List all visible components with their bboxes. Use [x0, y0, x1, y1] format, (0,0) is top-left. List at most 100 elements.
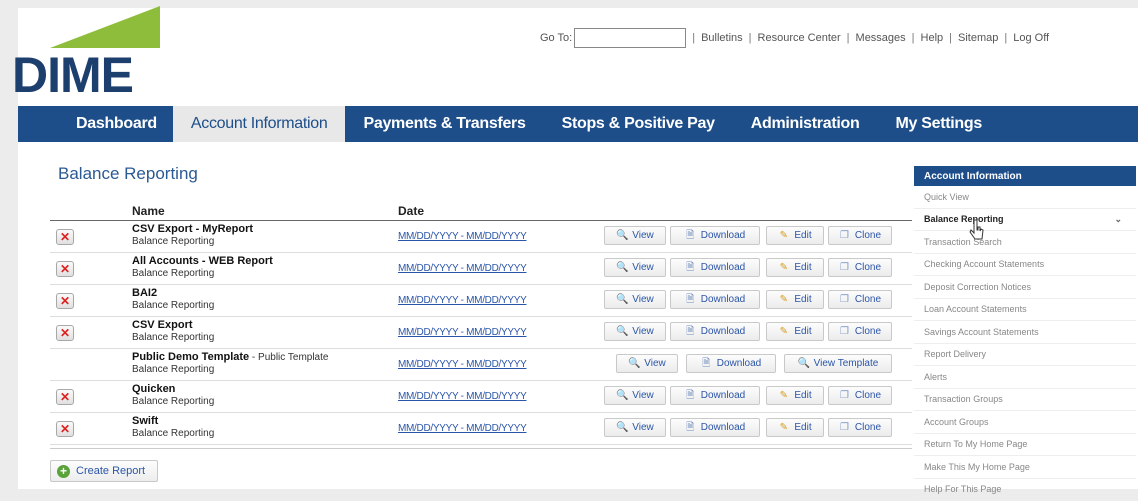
sidebar-item-deposit-correction[interactable]: Deposit Correction Notices: [914, 276, 1136, 299]
clone-button[interactable]: ❐Clone: [828, 258, 892, 277]
view-button[interactable]: 🔍View: [604, 322, 666, 341]
table-row: ✕ All Accounts - WEB Report Balance Repo…: [50, 253, 912, 285]
view-button[interactable]: 🔍View: [604, 258, 666, 277]
sidebar-item-transaction-groups[interactable]: Transaction Groups: [914, 389, 1136, 412]
delete-icon[interactable]: ✕: [56, 293, 74, 309]
sidebar-item-checking-statements[interactable]: Checking Account Statements: [914, 254, 1136, 277]
sidebar-item-savings-statements[interactable]: Savings Account Statements: [914, 321, 1136, 344]
logo-text: DIME: [12, 50, 133, 100]
tab-dashboard[interactable]: Dashboard: [18, 106, 173, 142]
download-icon: 🗎: [685, 262, 696, 273]
edit-button[interactable]: ✎Edit: [766, 418, 824, 437]
download-button[interactable]: 🗎Download: [670, 322, 760, 341]
sidebar: Account Information Quick View Balance R…: [914, 166, 1136, 501]
create-report-button[interactable]: + Create Report: [50, 460, 158, 482]
sidebar-item-help-page[interactable]: Help For This Page: [914, 479, 1136, 501]
tab-administration[interactable]: Administration: [733, 106, 878, 142]
table-row: ✕ Quicken Balance Reporting MM/DD/YYYY -…: [50, 381, 912, 413]
clone-button[interactable]: ❐Clone: [828, 322, 892, 341]
table-row: Public Demo Template - Public Template B…: [50, 349, 912, 381]
tab-account-information[interactable]: Account Information: [173, 106, 346, 142]
delete-icon[interactable]: ✕: [56, 229, 74, 245]
plus-icon: +: [57, 465, 70, 478]
clone-button[interactable]: ❐Clone: [828, 226, 892, 245]
pencil-icon: ✎: [778, 422, 789, 433]
edit-button[interactable]: ✎Edit: [766, 226, 824, 245]
edit-button[interactable]: ✎Edit: [766, 258, 824, 277]
date-range-link[interactable]: MM/DD/YYYY - MM/DD/YYYY: [398, 231, 527, 242]
edit-button[interactable]: ✎Edit: [766, 290, 824, 309]
view-template-button[interactable]: 🔍View Template: [784, 354, 892, 373]
delete-icon[interactable]: ✕: [56, 261, 74, 277]
public-template-tag: - Public Template: [249, 352, 328, 363]
download-button[interactable]: 🗎Download: [670, 386, 760, 405]
page-title: Balance Reporting: [58, 164, 198, 184]
mouse-cursor-icon: [968, 218, 986, 242]
edit-button[interactable]: ✎Edit: [766, 322, 824, 341]
sidebar-item-alerts[interactable]: Alerts: [914, 366, 1136, 389]
table-footer-divider: [50, 448, 912, 449]
tab-my-settings[interactable]: My Settings: [877, 106, 1000, 142]
report-type: Balance Reporting: [132, 268, 214, 279]
download-button[interactable]: 🗎Download: [670, 258, 760, 277]
magnifier-icon: 🔍: [616, 262, 627, 273]
tab-payments-transfers[interactable]: Payments & Transfers: [345, 106, 543, 142]
main-nav: Dashboard Account Information Payments &…: [18, 106, 1138, 142]
date-column-header: Date: [398, 204, 424, 218]
date-range-link[interactable]: MM/DD/YYYY - MM/DD/YYYY: [398, 391, 527, 402]
magnifier-icon: 🔍: [798, 358, 809, 369]
view-button[interactable]: 🔍View: [604, 290, 666, 309]
clone-button[interactable]: ❐Clone: [828, 386, 892, 405]
date-range-link[interactable]: MM/DD/YYYY - MM/DD/YYYY: [398, 423, 527, 434]
view-button[interactable]: 🔍View: [604, 418, 666, 437]
log-off-link[interactable]: Log Off: [1013, 32, 1049, 44]
resource-center-link[interactable]: Resource Center: [758, 32, 841, 44]
reports-table: ✕ CSV Export - MyReport Balance Reportin…: [50, 220, 912, 445]
download-icon: 🗎: [685, 326, 696, 337]
delete-icon[interactable]: ✕: [56, 421, 74, 437]
date-range-link[interactable]: MM/DD/YYYY - MM/DD/YYYY: [398, 263, 527, 274]
download-icon: 🗎: [685, 230, 696, 241]
download-button[interactable]: 🗎Download: [670, 418, 760, 437]
clone-button[interactable]: ❐Clone: [828, 290, 892, 309]
sidebar-item-account-groups[interactable]: Account Groups: [914, 411, 1136, 434]
pencil-icon: ✎: [778, 294, 789, 305]
tab-stops-positive-pay[interactable]: Stops & Positive Pay: [544, 106, 733, 142]
report-name: All Accounts - WEB Report: [132, 255, 273, 267]
download-button[interactable]: 🗎Download: [670, 290, 760, 309]
view-button[interactable]: 🔍View: [604, 386, 666, 405]
date-range-link[interactable]: MM/DD/YYYY - MM/DD/YYYY: [398, 327, 527, 338]
download-icon: 🗎: [685, 422, 696, 433]
date-range-link[interactable]: MM/DD/YYYY - MM/DD/YYYY: [398, 359, 527, 370]
sidebar-heading: Account Information: [914, 166, 1136, 186]
download-button[interactable]: 🗎Download: [670, 226, 760, 245]
edit-button[interactable]: ✎Edit: [766, 386, 824, 405]
sidebar-item-balance-reporting[interactable]: Balance Reporting⌄: [914, 209, 1136, 232]
download-button[interactable]: 🗎Download: [686, 354, 776, 373]
sidebar-item-quick-view[interactable]: Quick View: [914, 186, 1136, 209]
delete-icon[interactable]: ✕: [56, 325, 74, 341]
dime-logo[interactable]: DIME: [10, 4, 160, 96]
goto-input[interactable]: [574, 28, 686, 48]
table-row: ✕ CSV Export Balance Reporting MM/DD/YYY…: [50, 317, 912, 349]
sidebar-item-make-home[interactable]: Make This My Home Page: [914, 456, 1136, 479]
download-icon: 🗎: [685, 390, 696, 401]
view-button[interactable]: 🔍View: [604, 226, 666, 245]
sidebar-item-transaction-search[interactable]: Transaction Search: [914, 231, 1136, 254]
clone-icon: ❐: [839, 326, 850, 337]
sidebar-item-return-home[interactable]: Return To My Home Page: [914, 434, 1136, 457]
sidebar-item-loan-statements[interactable]: Loan Account Statements: [914, 299, 1136, 322]
name-column-header: Name: [132, 204, 165, 218]
top-utility-bar: Go To: | Bulletins | Resource Center | M…: [540, 26, 1049, 50]
messages-link[interactable]: Messages: [856, 32, 906, 44]
sidebar-item-report-delivery[interactable]: Report Delivery: [914, 344, 1136, 367]
sitemap-link[interactable]: Sitemap: [958, 32, 998, 44]
help-link[interactable]: Help: [921, 32, 944, 44]
report-type: Balance Reporting: [132, 236, 214, 247]
download-icon: 🗎: [685, 294, 696, 305]
view-button[interactable]: 🔍View: [616, 354, 678, 373]
clone-button[interactable]: ❐Clone: [828, 418, 892, 437]
bulletins-link[interactable]: Bulletins: [701, 32, 743, 44]
delete-icon[interactable]: ✕: [56, 389, 74, 405]
date-range-link[interactable]: MM/DD/YYYY - MM/DD/YYYY: [398, 295, 527, 306]
